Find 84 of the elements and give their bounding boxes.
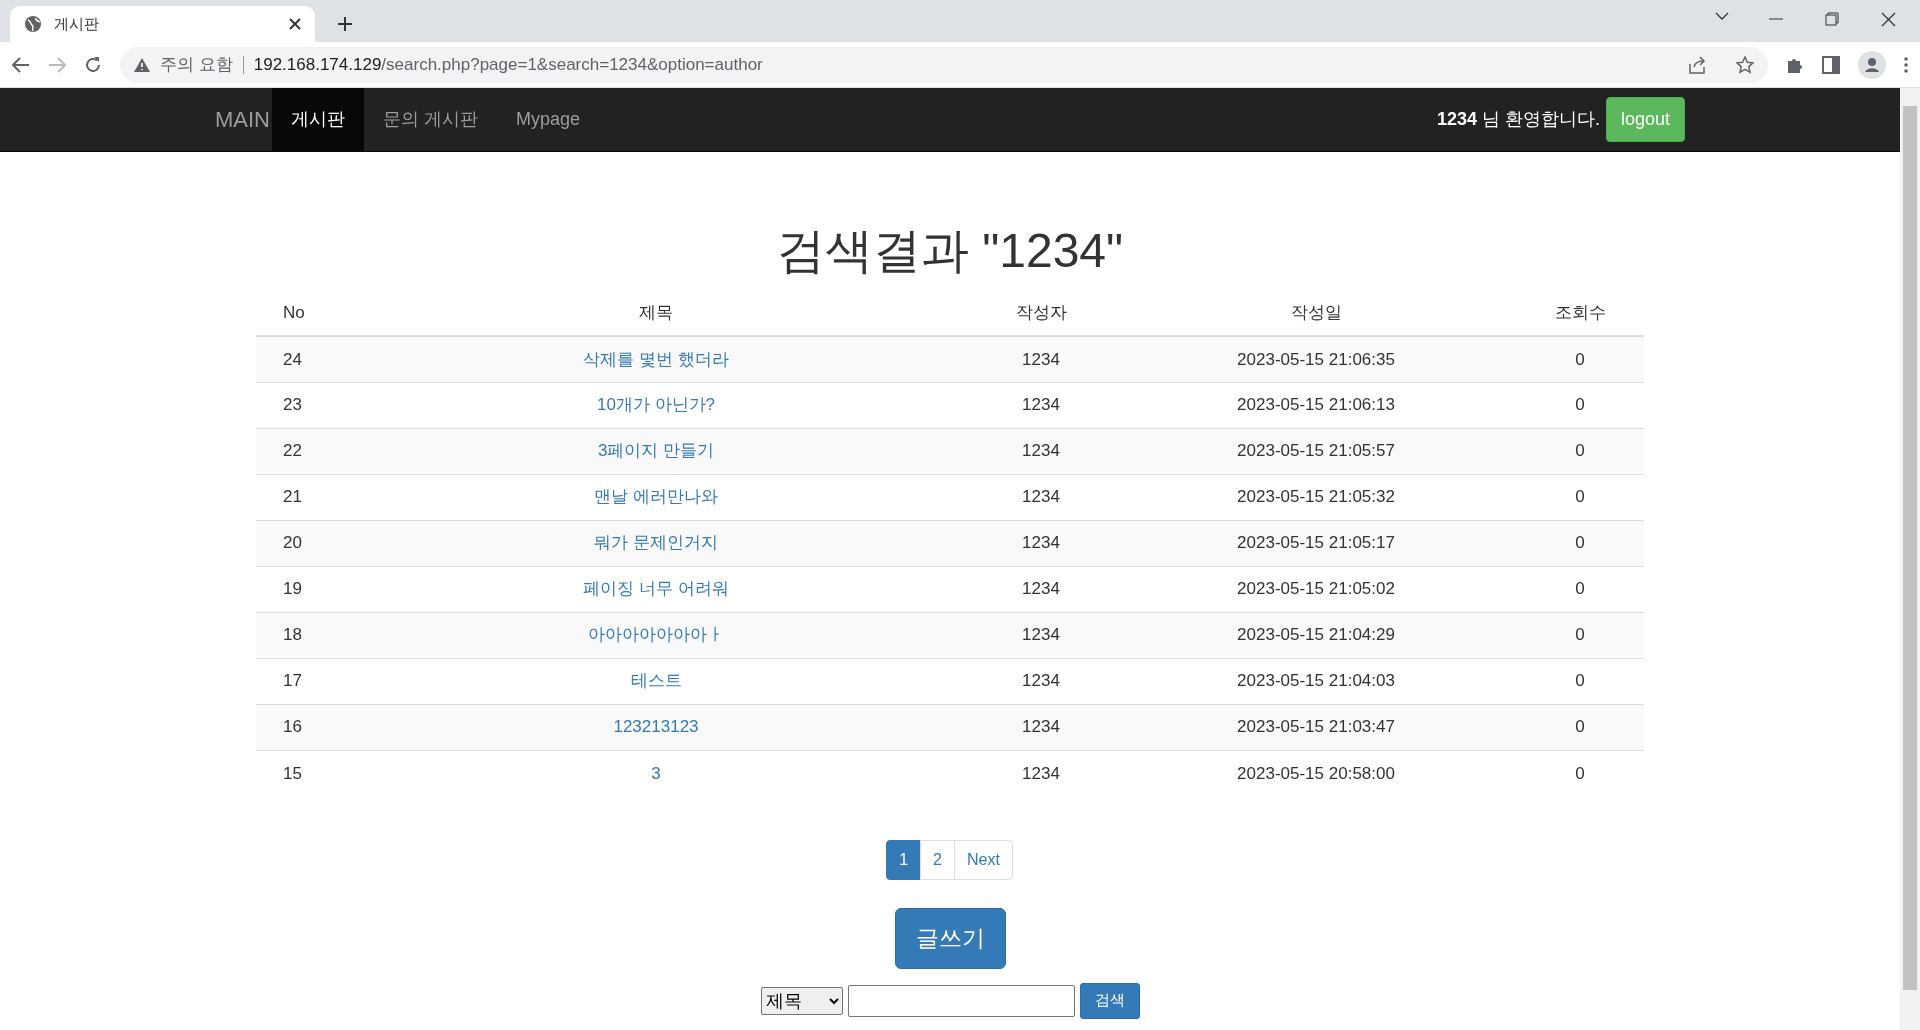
post-title-link[interactable]: 123213123 (613, 717, 699, 737)
post-title-link[interactable]: 3 (651, 763, 661, 783)
table-cell: 2023-05-15 21:05:32 (1237, 487, 1395, 507)
search-button[interactable]: 검색 (1079, 982, 1140, 1019)
table-cell: 1234 (1022, 487, 1060, 507)
back-icon[interactable] (12, 56, 30, 73)
table-cell: 24 (283, 349, 302, 369)
table-cell: 2023-05-15 21:06:35 (1237, 349, 1395, 369)
search-field[interactable] (847, 984, 1075, 1017)
post-title-link[interactable]: 테스트 (630, 671, 682, 691)
close-icon[interactable] (289, 18, 301, 30)
table-cell: 0 (1575, 625, 1585, 645)
table-cell: 16 (283, 717, 302, 737)
write-button[interactable]: 글쓰기 (894, 908, 1006, 969)
page-heading: 검색결과 "1234" (775, 223, 1125, 279)
table-cell: 0 (1575, 763, 1585, 783)
table-cell: 0 (1575, 487, 1585, 507)
browser-tab[interactable]: 게시판 (10, 6, 315, 42)
table-cell: 2023-05-15 21:04:03 (1237, 671, 1395, 691)
nav-link[interactable]: Mypage (497, 88, 600, 151)
star-icon[interactable] (1736, 55, 1754, 74)
table-cell: 1234 (1022, 349, 1060, 369)
table-cell: 0 (1575, 717, 1585, 737)
welcome-text: 1234 님 환영합니다. (1436, 108, 1600, 131)
post-title-link[interactable]: 뭐가 문제인거지 (594, 533, 718, 553)
logout-button[interactable]: logout (1605, 97, 1685, 142)
globe-icon (24, 15, 42, 33)
page-link[interactable]: 1 (886, 840, 922, 881)
table-cell: 0 (1575, 579, 1585, 599)
post-title-link[interactable]: 페이징 너무 어려워 (583, 579, 729, 599)
share-icon[interactable] (1688, 55, 1706, 74)
tab-title: 게시판 (54, 13, 100, 34)
security-warning: 주의 요함 (160, 53, 233, 76)
url-text: 192.168.174.129/search.php?page=1&search=1234&option=author (253, 53, 763, 76)
brand-link[interactable]: MAIN (215, 88, 272, 151)
post-title-link[interactable]: 3페이지 만들기 (597, 441, 715, 461)
table-cell: 1234 (1022, 625, 1060, 645)
post-title-link[interactable]: 맨날 에러만나와 (594, 487, 718, 507)
table-cell: 17 (283, 671, 302, 691)
table-cell: 0 (1575, 533, 1585, 553)
table-cell: 2023-05-15 20:58:00 (1237, 763, 1395, 783)
page-link[interactable]: 2 (920, 840, 955, 881)
table-cell: 2023-05-15 21:06:13 (1237, 395, 1395, 415)
side-panel-icon[interactable] (1822, 55, 1840, 74)
table-cell: 21 (283, 487, 302, 507)
table-cell: 2023-05-15 21:05:02 (1237, 579, 1395, 599)
table-cell: 18 (283, 625, 302, 645)
table-cell: 1234 (1022, 763, 1060, 783)
table-cell: 0 (1575, 441, 1585, 461)
page-link[interactable]: Next (953, 840, 1013, 881)
post-title-link[interactable]: 삭제를 몇번 했더라 (583, 349, 729, 369)
table-cell: 0 (1575, 671, 1585, 691)
table-cell: 2023-05-15 21:03:47 (1237, 717, 1395, 737)
address-bar[interactable]: 주의 요함 192.168.174.129/search.php?page=1&search=1234&option=author (120, 46, 1768, 83)
close-icon[interactable] (1881, 12, 1896, 27)
restore-icon[interactable] (1825, 12, 1839, 26)
table-cell: 1234 (1022, 671, 1060, 691)
chevron-down-icon[interactable] (1715, 12, 1729, 20)
menu-icon[interactable] (1904, 56, 1908, 73)
post-title-link[interactable]: 10개가 아닌가? (596, 395, 716, 415)
table-cell: 15 (283, 763, 302, 783)
table-cell: 2023-05-15 21:05:57 (1237, 441, 1395, 461)
table-cell: 1234 (1022, 395, 1060, 415)
table-cell: 20 (283, 533, 302, 553)
table-cell: 1234 (1022, 579, 1060, 599)
scrollbar[interactable] (1900, 88, 1920, 1030)
post-title-link[interactable]: 아아아아아아아ㅏ (588, 625, 724, 645)
table-cell: 1234 (1022, 533, 1060, 553)
table-cell: 19 (283, 579, 302, 599)
table-cell: 1234 (1022, 717, 1060, 737)
table-cell: 2023-05-15 21:05:17 (1237, 533, 1395, 553)
table-cell: 23 (283, 395, 302, 415)
search-option-select[interactable]: 제목 (760, 986, 843, 1015)
profile-icon[interactable] (1858, 50, 1886, 79)
table-cell: 1234 (1022, 441, 1060, 461)
new-tab-icon[interactable] (337, 16, 353, 32)
nav-link[interactable]: 문의 게시판 (364, 88, 497, 151)
nav-link[interactable]: 게시판 (272, 88, 364, 151)
table-cell: 22 (283, 441, 302, 461)
table-cell: 0 (1575, 395, 1585, 415)
warning-icon (134, 57, 150, 72)
table-cell: 0 (1575, 349, 1585, 369)
reload-icon[interactable] (84, 55, 102, 74)
table-cell: 2023-05-15 21:04:29 (1237, 625, 1395, 645)
